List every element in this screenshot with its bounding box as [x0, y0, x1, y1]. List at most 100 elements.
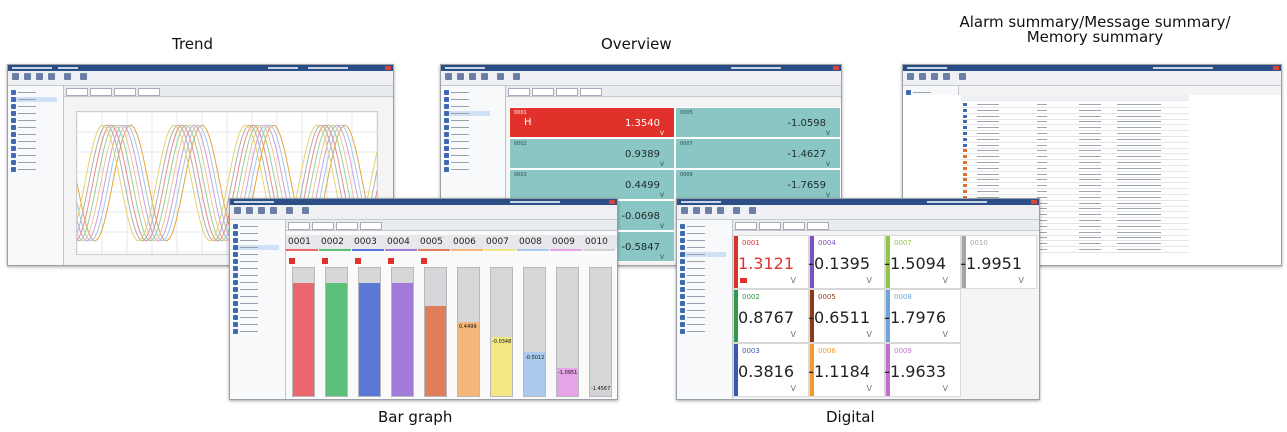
- summary-row[interactable]: [961, 190, 1189, 195]
- bar-color-strip: [319, 249, 351, 251]
- summary-row[interactable]: [961, 132, 1189, 137]
- close-icon[interactable]: [609, 200, 615, 204]
- column-text: [1079, 208, 1101, 210]
- status-icon: [963, 108, 967, 112]
- bar-channel-label: 0007: [486, 237, 509, 247]
- bar[interactable]: [589, 267, 612, 397]
- bar-color-strip: [286, 249, 318, 251]
- bar-color-strip: [418, 249, 450, 251]
- bar[interactable]: [391, 267, 414, 397]
- bar[interactable]: [358, 267, 381, 397]
- digital-cell[interactable]: 0001 1.3121 V: [733, 235, 809, 289]
- digital-cell[interactable]: 0009 -1.9633 V: [884, 343, 961, 397]
- summary-row[interactable]: [961, 178, 1189, 184]
- bar[interactable]: [292, 267, 315, 397]
- close-icon[interactable]: [1273, 66, 1279, 70]
- digital-cell[interactable]: 0010 -1.9951 V: [960, 235, 1037, 289]
- column-text: [1079, 156, 1101, 158]
- column-text: [977, 133, 999, 134]
- column-text: [1117, 127, 1161, 129]
- caption-bar-graph: Bar graph: [378, 408, 453, 426]
- summary-row[interactable]: [961, 155, 1189, 161]
- column-text: [977, 109, 999, 111]
- unit-label: V: [866, 384, 872, 393]
- summary-row[interactable]: [961, 149, 1189, 155]
- channel-value: 1.3540: [625, 118, 660, 129]
- digital-cell[interactable]: 0008 -1.7976 V: [884, 289, 961, 343]
- caption-overview: Overview: [601, 35, 672, 53]
- overview-cell[interactable]: 0002 0.9389 V: [509, 138, 675, 169]
- bar[interactable]: [424, 267, 447, 397]
- bar[interactable]: [457, 267, 480, 397]
- caption-trend: Trend: [172, 35, 214, 53]
- bar-fill: [392, 283, 413, 396]
- channel-value: 0.4499: [625, 180, 660, 191]
- column-text: [1037, 104, 1047, 105]
- overview-cell[interactable]: 0009 -1.7659 V: [675, 169, 841, 200]
- alarm-indicator: [355, 258, 361, 264]
- column-text: [1079, 144, 1101, 146]
- channel-value: 0.9389: [625, 149, 660, 160]
- summary-row[interactable]: [961, 126, 1189, 132]
- digital-cell[interactable]: 0002 0.8767 V: [733, 289, 809, 343]
- summary-row[interactable]: [961, 103, 1189, 108]
- bar-color-strip: [385, 249, 417, 251]
- close-icon[interactable]: [385, 66, 391, 70]
- channel-label: 0002: [742, 293, 760, 301]
- close-icon[interactable]: [1031, 200, 1037, 204]
- channel-value: -1.0598: [787, 118, 826, 129]
- column-text: [977, 179, 999, 181]
- bar-fill: [491, 337, 512, 396]
- column-text: [1079, 115, 1101, 117]
- close-icon[interactable]: [833, 66, 839, 70]
- unit-label: V: [790, 384, 796, 393]
- column-text: [1079, 243, 1101, 245]
- bar-color-strip: [517, 249, 549, 251]
- summary-row[interactable]: [961, 143, 1189, 149]
- column-text: [1117, 225, 1161, 227]
- summary-row[interactable]: [961, 120, 1189, 126]
- overview-cell[interactable]: 0003 0.4499 V: [509, 169, 675, 200]
- bar[interactable]: [490, 267, 513, 397]
- channel-label: 0007: [680, 141, 693, 147]
- bar-color-strip: [352, 249, 384, 251]
- bar[interactable]: [523, 267, 546, 397]
- overview-cell[interactable]: 0005 -1.0598 V: [675, 107, 841, 138]
- summary-row[interactable]: [961, 172, 1189, 178]
- column-text: [1117, 231, 1161, 233]
- column-text: [1117, 214, 1161, 216]
- column-text: [1037, 109, 1047, 111]
- digital-cell[interactable]: 0005 -0.6511 V: [808, 289, 885, 343]
- column-text: [1117, 121, 1161, 123]
- bar-value-label: -1.4567: [591, 386, 611, 392]
- unit-label: V: [659, 223, 664, 230]
- column-text: [1079, 202, 1101, 204]
- column-text: [1037, 115, 1047, 117]
- summary-row[interactable]: [961, 137, 1189, 143]
- digital-cell[interactable]: 0004 -0.1395 V: [808, 235, 885, 289]
- summary-row[interactable]: [961, 184, 1189, 190]
- status-icon: [963, 143, 967, 147]
- status-icon: [963, 103, 967, 106]
- unit-label: V: [942, 384, 948, 393]
- summary-row[interactable]: [961, 166, 1189, 172]
- alarm-indicator: [322, 258, 328, 264]
- digital-cell[interactable]: 0003 0.3816 V: [733, 343, 809, 397]
- bar[interactable]: [556, 267, 579, 397]
- overview-cell[interactable]: 0007 -1.4627 V: [675, 138, 841, 169]
- bar-channel-label: 0009: [552, 237, 575, 247]
- channel-value: 0.3816: [738, 362, 794, 381]
- column-text: [1079, 167, 1101, 169]
- channel-label: 0003: [514, 172, 527, 178]
- summary-row[interactable]: [961, 161, 1189, 166]
- channel-label: 0004: [818, 239, 836, 247]
- summary-row[interactable]: [961, 114, 1189, 120]
- digital-cell[interactable]: 0006 -1.1184 V: [808, 343, 885, 397]
- status-icon: [963, 137, 967, 141]
- bar[interactable]: [325, 267, 348, 397]
- unit-label: V: [942, 330, 948, 339]
- summary-row[interactable]: [961, 108, 1189, 114]
- overview-cell[interactable]: 0001 1.3540 V H: [509, 107, 675, 138]
- digital-cell[interactable]: 0007 -1.5094 V: [884, 235, 961, 289]
- column-text: [1079, 231, 1101, 233]
